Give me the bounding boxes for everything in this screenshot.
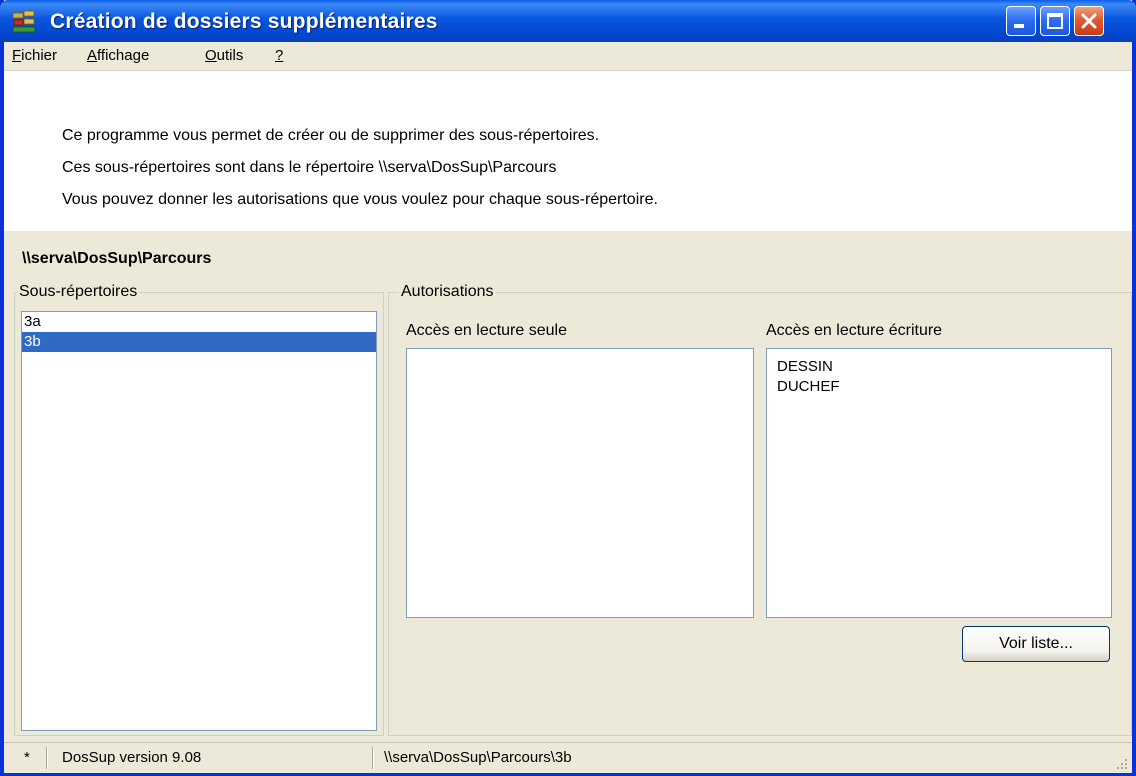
status-separator-2	[372, 747, 374, 769]
menu-fichier[interactable]: Fichier	[12, 47, 57, 64]
menu-affichage[interactable]: Affichage	[87, 47, 149, 64]
subdirs-group: Sous-répertoires 3a 3b	[14, 283, 384, 736]
menu-outils-label: utils	[216, 47, 244, 64]
subdirs-legend: Sous-répertoires	[17, 283, 140, 301]
maximize-button[interactable]	[1040, 6, 1070, 36]
status-path: \\serva\DosSup\Parcours\3b	[384, 749, 572, 766]
subdir-item-3a[interactable]: 3a	[22, 312, 376, 332]
window-title: Création de dossiers supplémentaires	[50, 10, 438, 33]
menu-fichier-mnemonic: F	[12, 47, 22, 64]
title-bar[interactable]: Création de dossiers supplémentaires	[0, 0, 1136, 42]
close-button[interactable]	[1074, 6, 1104, 36]
intro-panel: Ce programme vous permet de créer ou de …	[4, 70, 1132, 231]
intro-line-2: Ces sous-répertoires sont dans le répert…	[62, 159, 557, 176]
readwrite-item-duchef[interactable]: DUCHEF	[775, 377, 1111, 397]
readwrite-label: Accès en lecture écriture	[766, 322, 943, 339]
minimize-button[interactable]	[1006, 6, 1036, 36]
readwrite-list[interactable]: DESSIN DUCHEF	[766, 348, 1112, 618]
menu-outils-mnemonic: O	[205, 47, 217, 64]
menu-affichage-label: ffichage	[97, 47, 150, 64]
menu-bar: Fichier Affichage Outils ?	[4, 42, 1132, 70]
menu-outils[interactable]: Outils	[205, 47, 243, 64]
status-marker: *	[24, 749, 30, 766]
view-list-button[interactable]: Voir liste...	[962, 626, 1110, 662]
path-title: \\serva\DosSup\Parcours	[22, 250, 212, 267]
maximize-icon	[1047, 13, 1063, 29]
resize-grip-icon[interactable]	[1114, 756, 1128, 770]
menu-fichier-label: ichier	[21, 47, 58, 64]
status-bar: * DosSup version 9.08 \\serva\DosSup\Par…	[4, 742, 1132, 773]
readonly-label: Accès en lecture seule	[406, 322, 567, 339]
menu-help-mnemonic: ?	[275, 47, 284, 64]
subdirs-list[interactable]: 3a 3b	[21, 311, 377, 731]
status-separator-1	[46, 747, 48, 769]
intro-line-1: Ce programme vous permet de créer ou de …	[62, 127, 600, 144]
readwrite-item-dessin[interactable]: DESSIN	[775, 357, 1111, 377]
app-window: Création de dossiers supplémentaires Fic…	[0, 0, 1136, 776]
app-icon	[12, 10, 36, 33]
subdir-item-3b[interactable]: 3b	[22, 332, 376, 352]
status-version: DosSup version 9.08	[62, 749, 202, 766]
menu-help[interactable]: ?	[275, 47, 283, 64]
menu-affichage-mnemonic: A	[87, 47, 98, 64]
close-icon	[1081, 13, 1097, 29]
readonly-list[interactable]	[406, 348, 754, 618]
minimize-icon	[1014, 24, 1024, 28]
permissions-legend: Autorisations	[399, 283, 496, 301]
intro-line-3: Vous pouvez donner les autorisations que…	[62, 191, 658, 208]
